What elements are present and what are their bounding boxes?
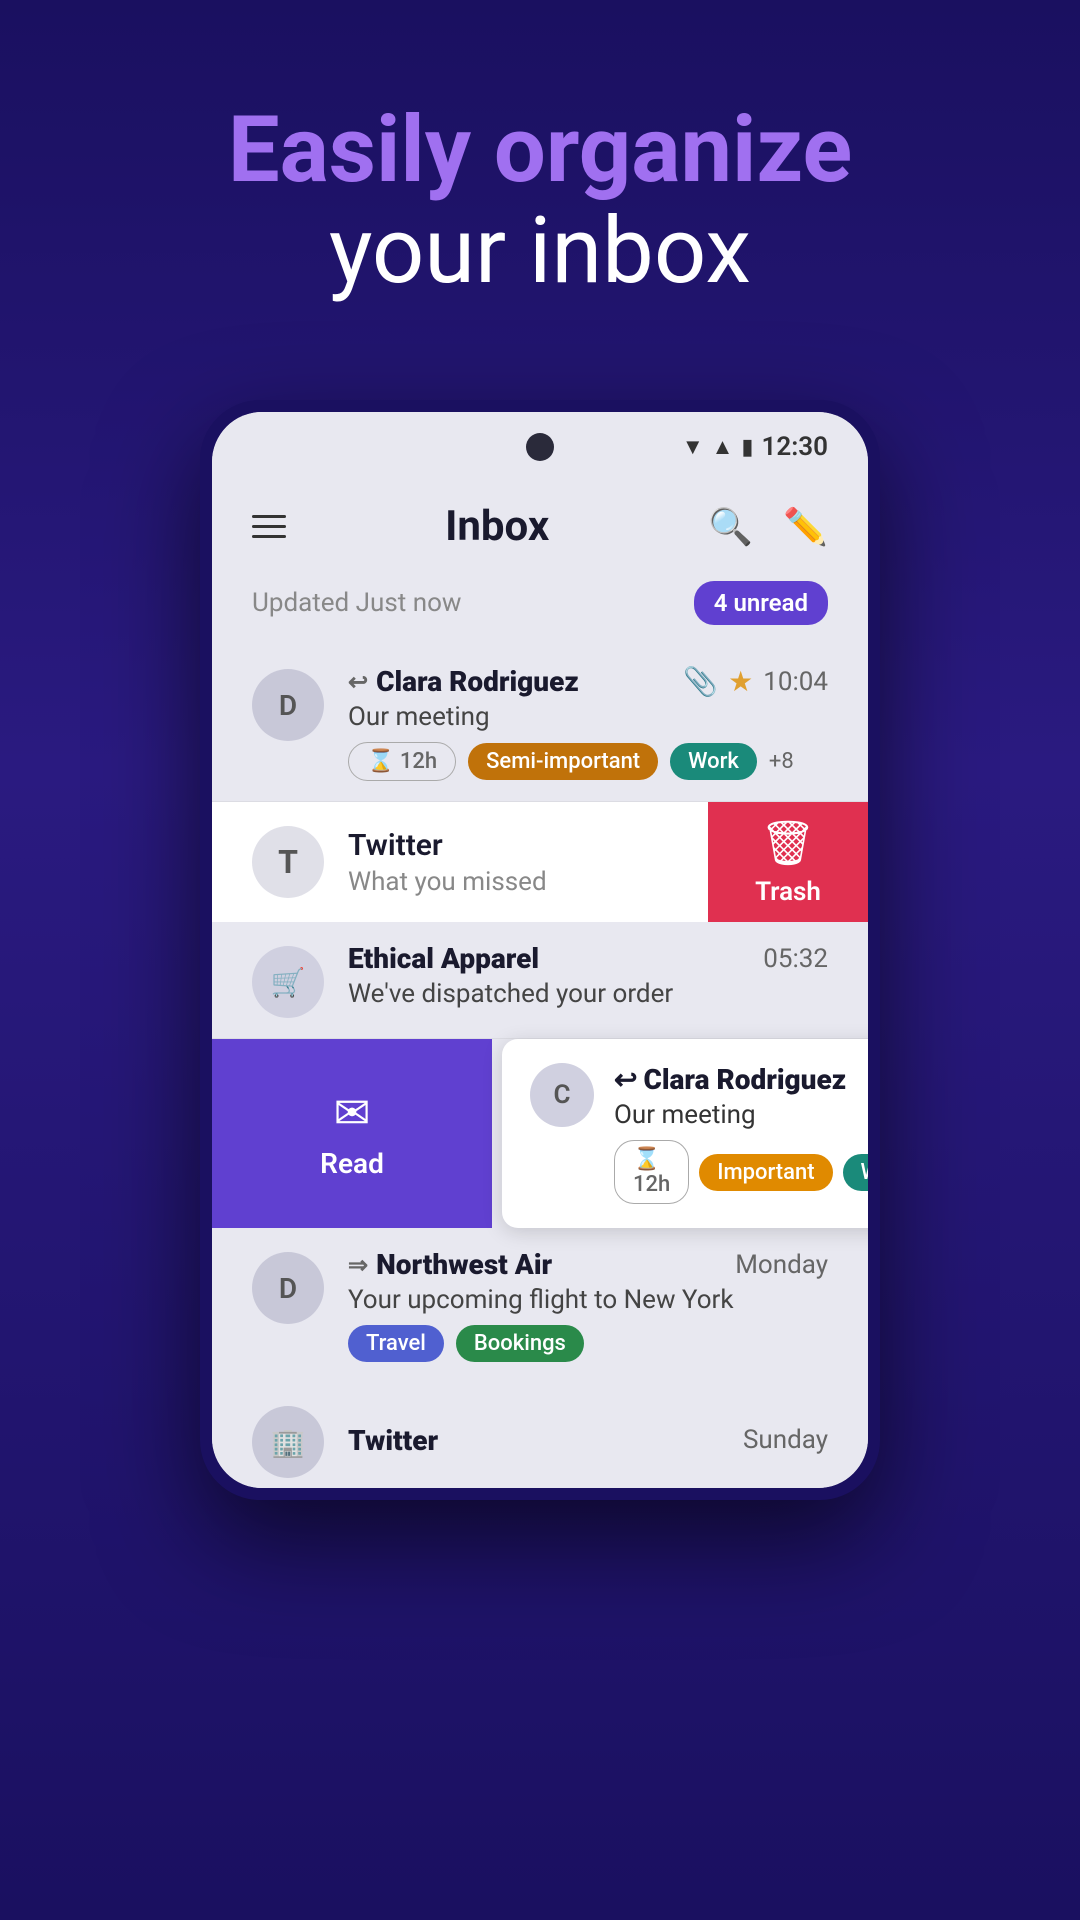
status-time: 12:30 bbox=[762, 432, 829, 462]
app-title: Inbox bbox=[445, 502, 549, 551]
update-text: Updated Just now bbox=[252, 588, 461, 618]
read-action-button[interactable]: ✉ Read bbox=[212, 1039, 492, 1228]
sender-name-apparel: Ethical Apparel bbox=[348, 942, 539, 975]
camera-cutout bbox=[526, 433, 554, 461]
twitter-bottom-time: Sunday bbox=[743, 1425, 828, 1455]
tag-more-clara: +8 bbox=[769, 749, 794, 774]
hero-line2: your inbox bbox=[0, 201, 1080, 302]
swipe-row-twitter[interactable]: T Twitter What you missed 🗑 Trash bbox=[212, 802, 868, 922]
trash-action-button[interactable]: 🗑 Trash bbox=[708, 802, 868, 922]
sender-name-northwest: Northwest Air bbox=[376, 1248, 552, 1281]
popup-card[interactable]: C ↩ Clara Rodriguez Our meeting ⌛ 12h Im… bbox=[502, 1039, 868, 1228]
avatar-clara: D bbox=[252, 669, 324, 741]
wifi-icon: ▼ bbox=[682, 434, 704, 460]
status-icons: ▼ ▲ ▮ 12:30 bbox=[682, 432, 828, 462]
email-tags-clara: ⌛ 12h Semi-important Work +8 bbox=[348, 742, 828, 781]
email-time-clara: 10:04 bbox=[763, 667, 828, 697]
phone-screen: ▼ ▲ ▮ 12:30 Inbox 🔍 ✏️ Updated Just now … bbox=[212, 412, 868, 1488]
star-icon: ★ bbox=[728, 665, 753, 698]
email-item-clara[interactable]: D ↩ Clara Rodriguez 📎 ★ 10:04 Our meetin… bbox=[212, 645, 868, 802]
popup-sender: ↩ Clara Rodriguez bbox=[614, 1063, 868, 1096]
twitter-bottom-name: Twitter bbox=[348, 1424, 438, 1457]
email-subject-apparel: We've dispatched your order bbox=[348, 979, 828, 1009]
twitter-bottom-sender: Twitter bbox=[348, 1424, 438, 1457]
email-item-apparel[interactable]: 🛒 Ethical Apparel 05:32 We've dispatched… bbox=[212, 922, 868, 1039]
menu-button[interactable] bbox=[252, 515, 286, 538]
popup-tag-work: Work bbox=[843, 1154, 868, 1191]
email-subject-clara: Our meeting bbox=[348, 702, 828, 732]
trash-label: Trash bbox=[755, 877, 821, 907]
bottom-overlay: ✉ Read C ↩ Clara Rodriguez Our meeting bbox=[212, 1039, 868, 1488]
compose-icon[interactable]: ✏️ bbox=[783, 506, 828, 548]
email-tags-northwest: Travel Bookings bbox=[348, 1325, 828, 1362]
avatar-twitter: T bbox=[252, 826, 324, 898]
email-item-northwest[interactable]: D ⇒ Northwest Air Monday Your upcoming f… bbox=[212, 1228, 868, 1382]
read-label: Read bbox=[320, 1147, 384, 1180]
read-envelope-icon: ✉ bbox=[334, 1087, 371, 1139]
app-header: Inbox 🔍 ✏️ bbox=[212, 482, 868, 571]
email-item-twitter-bottom[interactable]: 🏢 Twitter Sunday bbox=[212, 1382, 868, 1488]
status-bar: ▼ ▲ ▮ 12:30 bbox=[212, 412, 868, 482]
email-header-apparel: Ethical Apparel 05:32 bbox=[348, 942, 828, 975]
popup-tag-timer: ⌛ 12h bbox=[614, 1140, 689, 1204]
popup-subject: Our meeting bbox=[614, 1100, 868, 1130]
read-overlay-row: ✉ Read C ↩ Clara Rodriguez Our meeting bbox=[212, 1039, 868, 1228]
avatar-twitter-bottom: 🏢 bbox=[252, 1406, 324, 1478]
email-body-apparel: Ethical Apparel 05:32 We've dispatched y… bbox=[348, 942, 828, 1009]
tag-timer-clara: ⌛ 12h bbox=[348, 742, 456, 781]
twitter-email-content[interactable]: T Twitter What you missed bbox=[212, 802, 708, 922]
sender-northwest: ⇒ Northwest Air bbox=[348, 1248, 552, 1281]
email-header-northwest: ⇒ Northwest Air Monday bbox=[348, 1248, 828, 1281]
popup-avatar: C bbox=[530, 1063, 594, 1127]
trash-icon: 🗑 bbox=[760, 817, 816, 869]
email-header-clara: ↩ Clara Rodriguez 📎 ★ 10:04 bbox=[348, 665, 828, 698]
email-body-clara: ↩ Clara Rodriguez 📎 ★ 10:04 Our meeting … bbox=[348, 665, 828, 781]
email-time-northwest: Monday bbox=[735, 1250, 828, 1280]
attachment-icon: 📎 bbox=[683, 665, 718, 698]
popup-reply-icon: ↩ bbox=[614, 1063, 637, 1096]
unread-badge: 4 unread bbox=[694, 581, 828, 625]
phone-mockup: ▼ ▲ ▮ 12:30 Inbox 🔍 ✏️ Updated Just now … bbox=[200, 400, 880, 1500]
twitter-preview: What you missed bbox=[348, 867, 547, 897]
tag-semi-important: Semi-important bbox=[468, 743, 658, 780]
forward-icon: ⇒ bbox=[348, 1251, 368, 1279]
popup-email-row: C ↩ Clara Rodriguez Our meeting ⌛ 12h Im… bbox=[530, 1063, 868, 1204]
twitter-body: Twitter What you missed bbox=[348, 828, 547, 897]
hero-line1: Easily organize bbox=[0, 100, 1080, 201]
signal-icon: ▲ bbox=[712, 434, 734, 460]
sender-clara: ↩ Clara Rodriguez bbox=[348, 665, 579, 698]
twitter-bottom-body: Twitter bbox=[348, 1424, 438, 1457]
tag-bookings: Bookings bbox=[456, 1325, 584, 1362]
sender-name-clara: Clara Rodriguez bbox=[376, 665, 579, 698]
sender-apparel: Ethical Apparel bbox=[348, 942, 539, 975]
popup-tags: ⌛ 12h Important Work +8 bbox=[614, 1140, 868, 1204]
header-actions: 🔍 ✏️ bbox=[708, 506, 828, 548]
battery-icon: ▮ bbox=[741, 435, 753, 460]
search-icon[interactable]: 🔍 bbox=[708, 506, 753, 548]
hero-section: Easily organize your inbox bbox=[0, 100, 1080, 302]
avatar-northwest: D bbox=[252, 1252, 324, 1324]
update-bar: Updated Just now 4 unread bbox=[212, 571, 868, 645]
popup-tag-important: Important bbox=[699, 1154, 832, 1191]
tag-travel: Travel bbox=[348, 1325, 444, 1362]
email-subject-northwest: Your upcoming flight to New York bbox=[348, 1285, 828, 1315]
email-body-northwest: ⇒ Northwest Air Monday Your upcoming fli… bbox=[348, 1248, 828, 1362]
avatar-apparel: 🛒 bbox=[252, 946, 324, 1018]
popup-body: ↩ Clara Rodriguez Our meeting ⌛ 12h Impo… bbox=[614, 1063, 868, 1204]
popup-sender-name: Clara Rodriguez bbox=[643, 1063, 846, 1096]
email-time-apparel: 05:32 bbox=[763, 944, 828, 974]
reply-icon: ↩ bbox=[348, 668, 368, 696]
twitter-sender: Twitter bbox=[348, 828, 547, 863]
tag-work-clara: Work bbox=[670, 743, 757, 780]
